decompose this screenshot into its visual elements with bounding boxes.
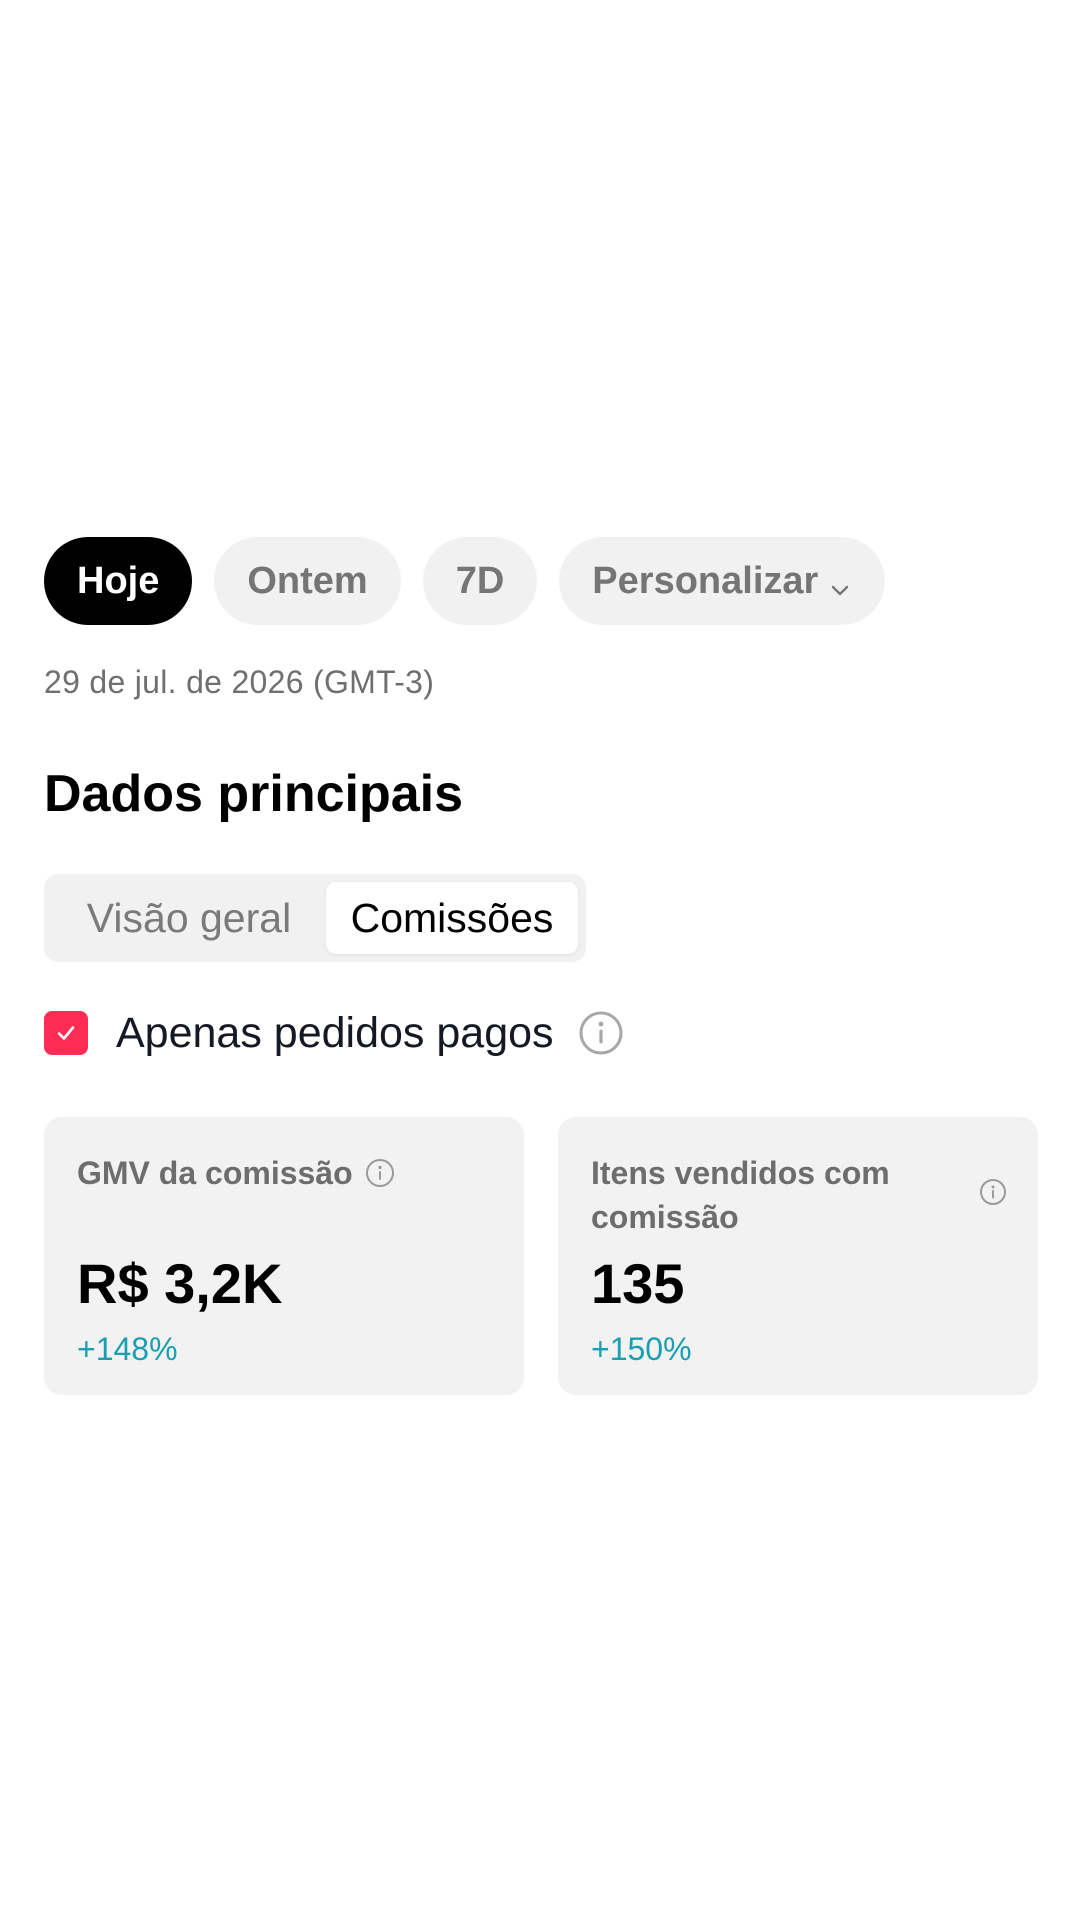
metric-card-header: Itens vendidos com comissão [591, 1151, 1008, 1239]
paid-orders-label: Apenas pedidos pagos [116, 1008, 554, 1057]
paid-orders-filter: Apenas pedidos pagos [44, 1008, 624, 1057]
paid-orders-checkbox[interactable] [44, 1011, 88, 1055]
metric-label: GMV da comissão [77, 1155, 353, 1191]
period-chip-label: Hoje [77, 559, 160, 602]
page: Hoje Ontem 7D Personalizar 29 de jul. de… [0, 0, 1080, 1920]
period-chip-label: Personalizar [592, 559, 819, 602]
tab-overview[interactable]: Visão geral [52, 882, 326, 954]
period-chip-today[interactable]: Hoje [44, 537, 193, 625]
section-title: Dados principais [44, 765, 463, 823]
period-chip-label: Ontem [247, 559, 368, 602]
period-chip-7d[interactable]: 7D [422, 537, 538, 625]
metric-card-header: GMV da comissão [77, 1151, 494, 1195]
metric-change: +150% [591, 1331, 692, 1367]
tab-commissions[interactable]: Comissões [326, 882, 578, 954]
metric-label: Itens vendidos com comissão [591, 1155, 890, 1235]
tab-label: Visão geral [86, 894, 292, 941]
metric-card-commission-gmv[interactable]: GMV da comissão R$ 3,2K +148% [44, 1117, 524, 1395]
chevron-down-icon [828, 569, 852, 596]
period-filter: Hoje Ontem 7D Personalizar [44, 537, 886, 625]
metric-card-items-sold[interactable]: Itens vendidos com comissão 135 +150% [558, 1117, 1038, 1395]
info-icon[interactable] [365, 1158, 395, 1188]
metric-value: R$ 3,2K [77, 1252, 283, 1315]
period-chip-label: 7D [455, 559, 505, 602]
metric-value: 135 [591, 1252, 685, 1315]
period-chip-custom[interactable]: Personalizar [559, 537, 886, 625]
metric-change: +148% [77, 1331, 178, 1367]
period-chip-yesterday[interactable]: Ontem [214, 537, 401, 625]
metrics-tab-bar: Visão geral Comissões [44, 874, 586, 962]
tab-label: Comissões [350, 894, 554, 941]
date-range-text: 29 de jul. de 2026 (GMT-3) [44, 664, 435, 700]
metric-cards: GMV da comissão R$ 3,2K +148% Itens vend… [44, 1117, 1038, 1395]
info-icon[interactable] [978, 1177, 1008, 1207]
info-icon[interactable] [578, 1010, 624, 1056]
checkmark-icon [57, 1026, 75, 1040]
